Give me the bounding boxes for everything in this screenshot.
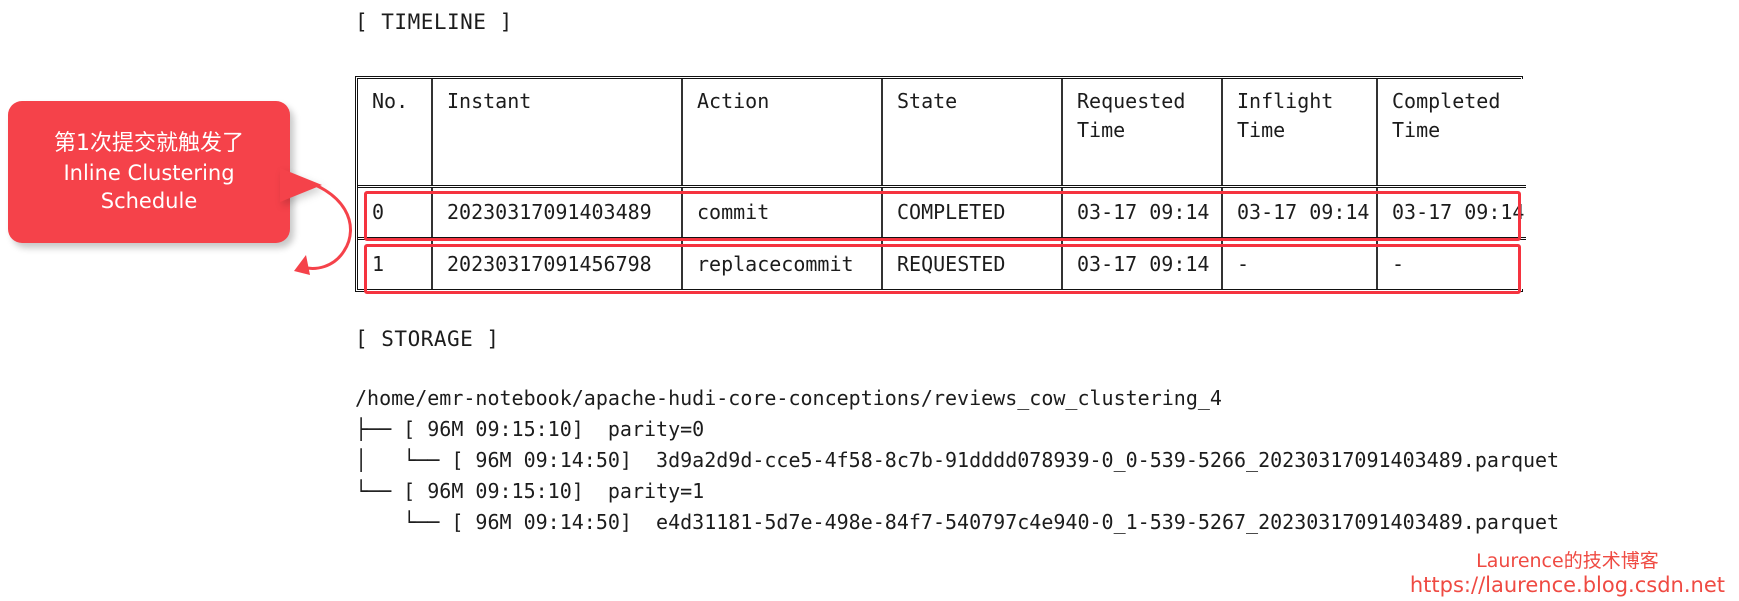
storage-tree-line: └── [ 96M 09:14:50] e4d31181-5d7e-498e-8… bbox=[355, 510, 1560, 534]
cell-inflight-time: 03-17 09:14 bbox=[1222, 186, 1378, 240]
storage-tree-line: └── [ 96M 09:15:10] parity=1 bbox=[355, 479, 705, 503]
column-header-instant: Instant bbox=[432, 79, 683, 188]
storage-tree-line: │ └── [ 96M 09:14:50] 3d9a2d9d-cce5-4f58… bbox=[355, 448, 1560, 472]
callout-line-english-2: Schedule bbox=[100, 188, 198, 213]
callout-line-chinese: 第1次提交就触发了 bbox=[54, 130, 244, 156]
timeline-table-container: No. Instant Action State Requested Time … bbox=[355, 76, 1526, 294]
cell-requested-time: 03-17 09:14 bbox=[1062, 238, 1223, 289]
table-row: 0 20230317091403489 commit COMPLETED 03-… bbox=[358, 186, 1526, 240]
cell-completed-time: 03-17 09:14 bbox=[1377, 186, 1526, 240]
watermark-blog-name: Laurence的技术博客 bbox=[1476, 550, 1659, 573]
cell-state: COMPLETED bbox=[882, 186, 1063, 240]
column-header-state: State bbox=[882, 79, 1063, 188]
timeline-section-label: [ TIMELINE ] bbox=[355, 10, 513, 34]
watermark: Laurence的技术博客 https://laurence.blog.csdn… bbox=[1409, 550, 1725, 597]
cell-instant: 20230317091403489 bbox=[432, 186, 683, 240]
storage-tree: /home/emr-notebook/apache-hudi-core-conc… bbox=[355, 383, 1559, 538]
cell-state: REQUESTED bbox=[882, 238, 1063, 289]
cell-no: 0 bbox=[358, 186, 433, 240]
storage-tree-line: ├── [ 96M 09:15:10] parity=0 bbox=[355, 417, 705, 441]
callout-line-english-1: Inline Clustering bbox=[63, 160, 235, 185]
callout-balloon: 第1次提交就触发了 Inline Clustering Schedule bbox=[8, 101, 290, 243]
cell-action: commit bbox=[682, 186, 883, 240]
cell-action: replacecommit bbox=[682, 238, 883, 289]
storage-root-path: /home/emr-notebook/apache-hudi-core-conc… bbox=[355, 386, 1222, 410]
cell-inflight-time: - bbox=[1222, 238, 1378, 289]
console-output: [ TIMELINE ] No. Instant Action State Re… bbox=[355, 0, 1739, 601]
column-header-requested-time: Requested Time bbox=[1062, 79, 1223, 188]
column-header-no: No. bbox=[358, 79, 433, 188]
column-header-action: Action bbox=[682, 79, 883, 188]
cell-completed-time: - bbox=[1377, 238, 1526, 289]
table-row: 1 20230317091456798 replacecommit REQUES… bbox=[358, 238, 1526, 289]
column-header-completed-time: Completed Time bbox=[1377, 79, 1526, 188]
watermark-url: https://laurence.blog.csdn.net bbox=[1409, 572, 1725, 597]
table-header-row: No. Instant Action State Requested Time … bbox=[358, 79, 1526, 188]
timeline-table: No. Instant Action State Requested Time … bbox=[358, 79, 1526, 289]
cell-instant: 20230317091456798 bbox=[432, 238, 683, 289]
cell-no: 1 bbox=[358, 238, 433, 289]
storage-section-label: [ STORAGE ] bbox=[355, 327, 500, 351]
column-header-inflight-time: Inflight Time bbox=[1222, 79, 1378, 188]
cell-requested-time: 03-17 09:14 bbox=[1062, 186, 1223, 240]
